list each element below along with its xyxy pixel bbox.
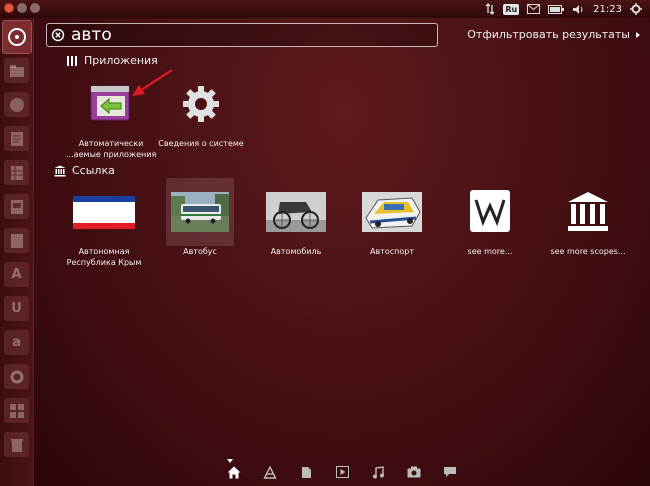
volume-icon[interactable] xyxy=(572,0,585,18)
maximize-window-button[interactable] xyxy=(30,3,40,13)
dash-home-button[interactable] xyxy=(2,20,32,54)
category-applications-label: Приложения xyxy=(84,54,158,67)
launcher-browser[interactable] xyxy=(4,92,29,117)
launcher-software-center[interactable]: A xyxy=(4,262,29,287)
more-scopes-icon xyxy=(568,192,608,231)
chat-lens-icon xyxy=(444,467,456,477)
link-tile-motorsport[interactable]: Автоспорт xyxy=(342,188,442,268)
filter-results-button[interactable]: Отфильтровать результаты xyxy=(467,28,640,41)
launcher-settings[interactable] xyxy=(4,364,29,389)
top-panel: Ru 21:23 xyxy=(0,0,650,18)
launcher-ubuntu-one[interactable]: U xyxy=(4,296,29,321)
video-lens-icon xyxy=(335,466,349,478)
lens-files[interactable] xyxy=(288,458,324,486)
home-icon xyxy=(227,466,241,478)
close-window-button[interactable] xyxy=(4,3,14,13)
app-label-line1: Сведения о системе xyxy=(158,139,244,148)
applications-lens-icon xyxy=(263,465,277,479)
launcher-trash[interactable] xyxy=(4,432,29,457)
browser-icon xyxy=(9,97,24,112)
search-box[interactable] xyxy=(46,23,438,47)
startup-applications-icon xyxy=(90,85,130,121)
link-label-line2: Республика Крым xyxy=(66,258,142,267)
dash: Отфильтровать результаты Приложения Авто… xyxy=(34,18,650,486)
workspace-switcher-icon xyxy=(9,403,24,418)
crimea-flag-icon xyxy=(73,196,135,229)
text-editor-icon xyxy=(10,233,23,248)
camera-lens-icon xyxy=(407,466,421,478)
launcher-amazon[interactable]: a xyxy=(4,330,29,355)
lens-bar xyxy=(34,458,650,486)
lens-home[interactable] xyxy=(216,458,252,486)
document-icon xyxy=(10,131,23,146)
battery-icon[interactable] xyxy=(548,0,565,18)
software-center-icon: A xyxy=(11,267,22,282)
category-links[interactable]: Ссылка xyxy=(54,164,115,177)
lens-video[interactable] xyxy=(324,458,360,486)
link-label-line1: see more... xyxy=(467,247,513,256)
keyboard-layout-indicator[interactable]: Ru xyxy=(503,0,520,18)
lens-applications[interactable] xyxy=(252,458,288,486)
ubuntu-logo-icon xyxy=(8,28,26,46)
link-tile-bus[interactable]: Автобус xyxy=(150,188,250,268)
bus-thumbnail-icon xyxy=(171,192,229,232)
bank-building-icon xyxy=(54,165,66,176)
category-applications[interactable]: Приложения xyxy=(66,54,158,67)
link-label-line1: Автомобиль xyxy=(270,247,322,256)
network-transfer-icon[interactable] xyxy=(485,0,495,18)
launcher-document[interactable] xyxy=(4,228,29,253)
app-tile-system-info[interactable]: Сведения о системе xyxy=(146,82,256,162)
lens-photos[interactable] xyxy=(396,458,432,486)
link-tile-car[interactable]: Автомобиль xyxy=(246,188,346,268)
link-label-line1: see more scopes... xyxy=(550,247,626,256)
minimize-window-button[interactable] xyxy=(17,3,27,13)
settings-icon xyxy=(10,370,23,383)
amazon-icon: a xyxy=(12,335,21,350)
lens-social[interactable] xyxy=(432,458,468,486)
wikipedia-icon xyxy=(470,190,510,232)
launcher-impress[interactable] xyxy=(4,194,29,219)
link-label-line1: Автономная xyxy=(78,247,130,256)
applications-category-icon xyxy=(67,55,77,66)
clock[interactable]: 21:23 xyxy=(593,0,622,18)
system-tray: Ru 21:23 xyxy=(485,0,650,18)
trash-icon xyxy=(10,438,23,452)
triangle-right-icon xyxy=(636,31,640,38)
link-label-line1: Автобус xyxy=(183,247,217,256)
link-tile-see-more-scopes[interactable]: see more scopes... xyxy=(538,188,638,268)
launcher-writer[interactable] xyxy=(4,126,29,151)
active-lens-indicator-icon xyxy=(227,459,233,463)
filter-results-label: Отфильтровать результаты xyxy=(467,28,630,41)
clear-search-icon[interactable] xyxy=(51,28,65,42)
link-tile-see-more[interactable]: see more... xyxy=(440,188,540,268)
link-tile-crimea[interactable]: Автономная Республика Крым xyxy=(54,188,154,268)
ubuntu-one-icon: U xyxy=(11,301,22,316)
session-gear-icon[interactable] xyxy=(630,0,642,18)
music-lens-icon xyxy=(373,465,384,478)
launcher-files[interactable] xyxy=(4,58,29,83)
car-thumbnail-icon xyxy=(266,192,326,232)
search-input[interactable] xyxy=(71,25,411,45)
folder-icon xyxy=(9,64,24,77)
file-lens-icon xyxy=(301,466,311,478)
launcher-workspaces[interactable] xyxy=(4,398,29,423)
gear-icon xyxy=(183,86,219,122)
link-label-line1: Автоспорт xyxy=(369,247,414,256)
category-links-label: Ссылка xyxy=(72,164,115,177)
keyboard-layout-label: Ru xyxy=(503,3,520,15)
rally-car-thumbnail-icon xyxy=(362,192,422,232)
spreadsheet-icon xyxy=(10,165,23,180)
presentation-icon xyxy=(10,199,23,214)
mail-icon[interactable] xyxy=(527,0,541,18)
launcher-calc[interactable] xyxy=(4,160,29,185)
launcher: A U a xyxy=(0,18,34,486)
lens-music[interactable] xyxy=(360,458,396,486)
